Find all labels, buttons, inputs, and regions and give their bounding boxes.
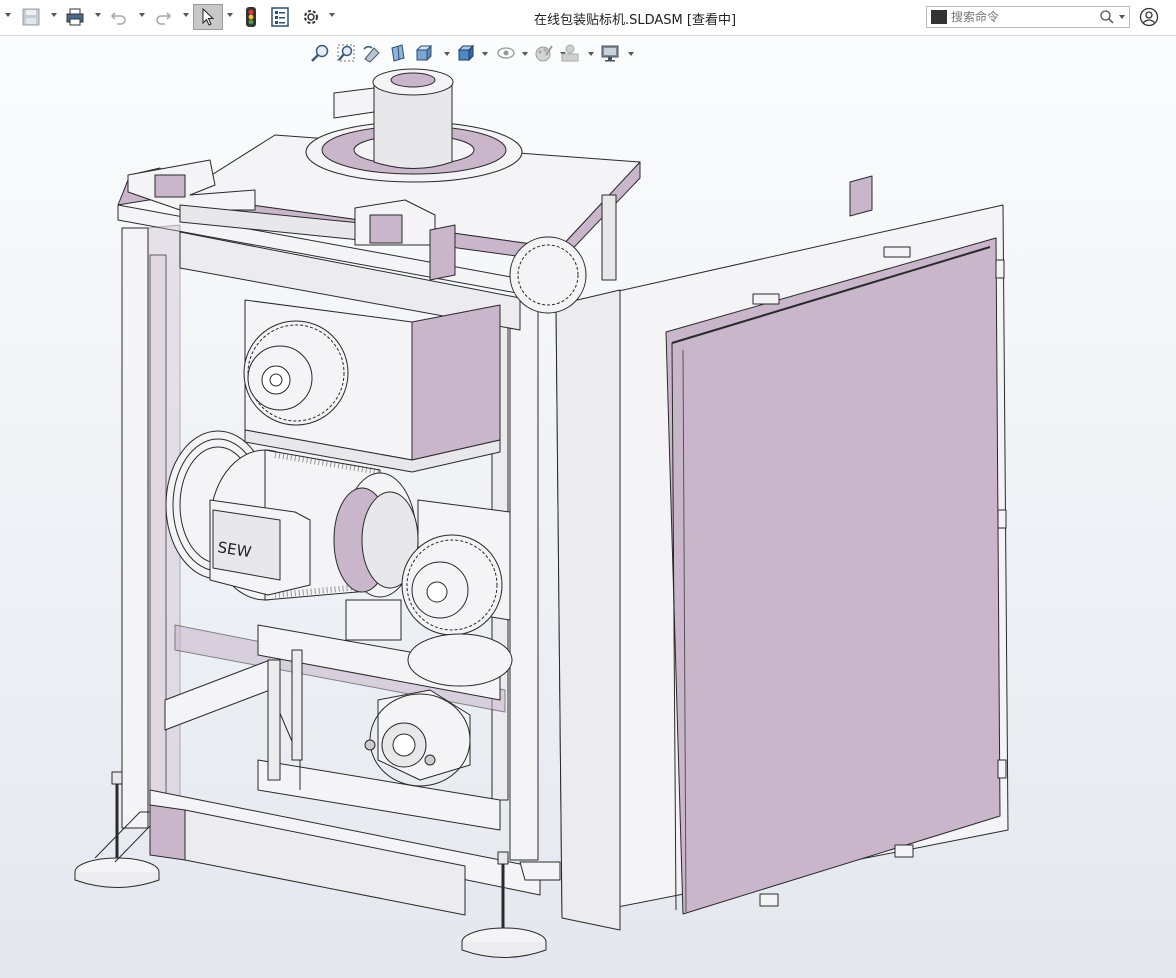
undo-button[interactable] <box>106 5 132 29</box>
rebuild-traffic-light-icon <box>246 7 256 27</box>
print-button[interactable] <box>62 5 88 29</box>
gear-motor[interactable]: SEW <box>209 449 419 601</box>
print-icon <box>66 8 84 26</box>
options-dropdown-icon[interactable] <box>329 13 335 17</box>
select-button[interactable] <box>193 4 223 30</box>
file-properties-icon <box>271 7 289 27</box>
redo-button[interactable] <box>150 5 176 29</box>
assembly-model[interactable]: SEW <box>0 36 1176 978</box>
save-icon <box>22 8 40 26</box>
options-button[interactable] <box>299 5 323 29</box>
graphics-area[interactable]: SEW <box>0 36 1176 978</box>
select-icon <box>202 8 215 26</box>
user-account-icon <box>1139 7 1159 27</box>
rebuild-button[interactable] <box>240 5 262 29</box>
user-account-button[interactable] <box>1137 5 1161 29</box>
title-bar: 在线包装贴标机.SLDASM [查看中] <box>0 0 1176 36</box>
electrical-cabinet[interactable] <box>555 175 1009 931</box>
search-input[interactable] <box>951 8 1097 26</box>
search-dropdown-icon[interactable] <box>1119 15 1125 19</box>
search-commands-box[interactable] <box>926 6 1130 28</box>
undo-icon <box>110 12 126 25</box>
undo-dropdown-icon[interactable] <box>139 13 145 17</box>
command-prompt-icon <box>931 10 947 24</box>
search-icon[interactable] <box>1099 9 1115 25</box>
print-dropdown-icon[interactable] <box>95 13 101 17</box>
redo-icon <box>156 12 172 25</box>
select-dropdown-icon[interactable] <box>227 13 233 17</box>
save-dropdown-icon[interactable] <box>51 13 57 17</box>
save-button[interactable] <box>18 5 44 29</box>
redo-dropdown-icon[interactable] <box>183 13 189 17</box>
document-title: 在线包装贴标机.SLDASM [查看中] <box>533 13 737 28</box>
file-properties-button[interactable] <box>268 5 292 29</box>
menu-caret-icon[interactable] <box>5 13 11 17</box>
options-gear-icon <box>304 10 318 24</box>
bearing-block[interactable] <box>364 689 471 787</box>
